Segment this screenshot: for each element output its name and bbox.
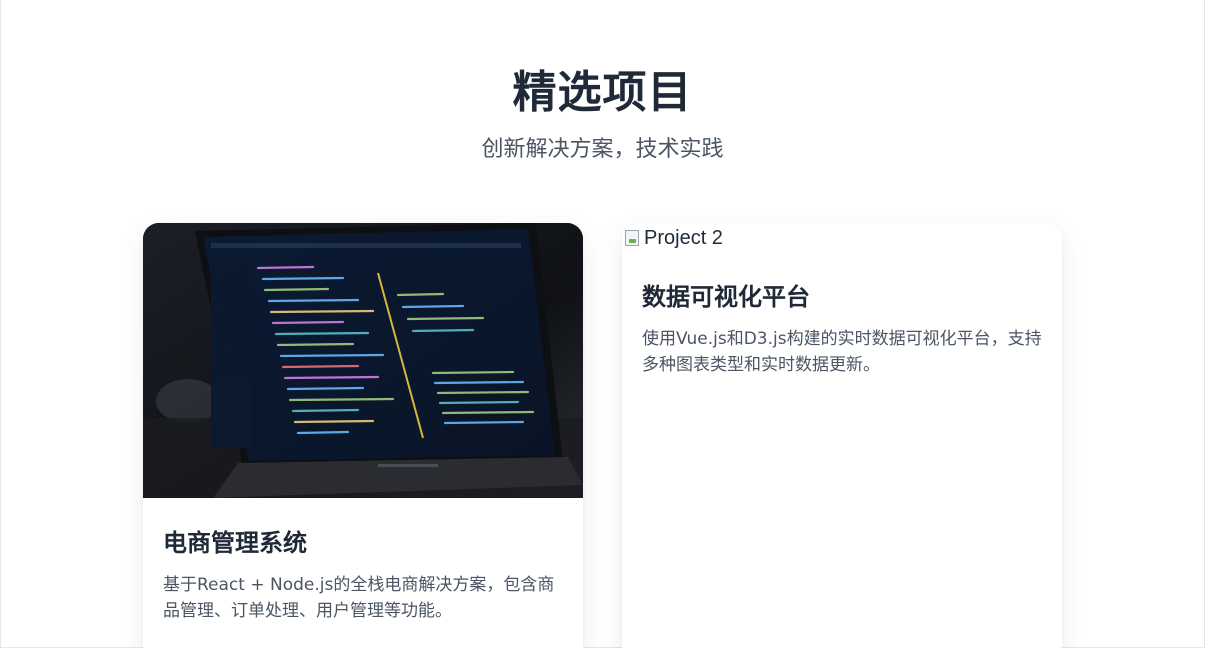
project-title: 电商管理系统 — [163, 529, 307, 557]
section-title: 精选项目 — [512, 67, 693, 118]
image-alt-text: Project 2 — [644, 226, 723, 249]
project-card-1[interactable]: 电商管理系统 基于React + Node.js的全栈电商解决方案，包含商品管理… — [143, 223, 583, 648]
project-description: 使用Vue.js和D3.js构建的实时数据可视化平台，支持多种图表类型和实时数据… — [642, 329, 1042, 375]
project-title: 数据可视化平台 — [642, 283, 810, 311]
section-subtitle: 创新解决方案，技术实践 — [481, 137, 724, 162]
project-image — [143, 223, 583, 498]
project-description: 基于React + Node.js的全栈电商解决方案，包含商品管理、订单处理、用… — [163, 575, 555, 621]
project-image-broken: Project 2 — [622, 223, 1062, 253]
broken-image-icon — [624, 229, 642, 247]
laptop-code-illustration — [143, 223, 583, 498]
project-card-2[interactable]: Project 2 数据可视化平台 使用Vue.js和D3.js构建的实时数据可… — [622, 223, 1062, 648]
